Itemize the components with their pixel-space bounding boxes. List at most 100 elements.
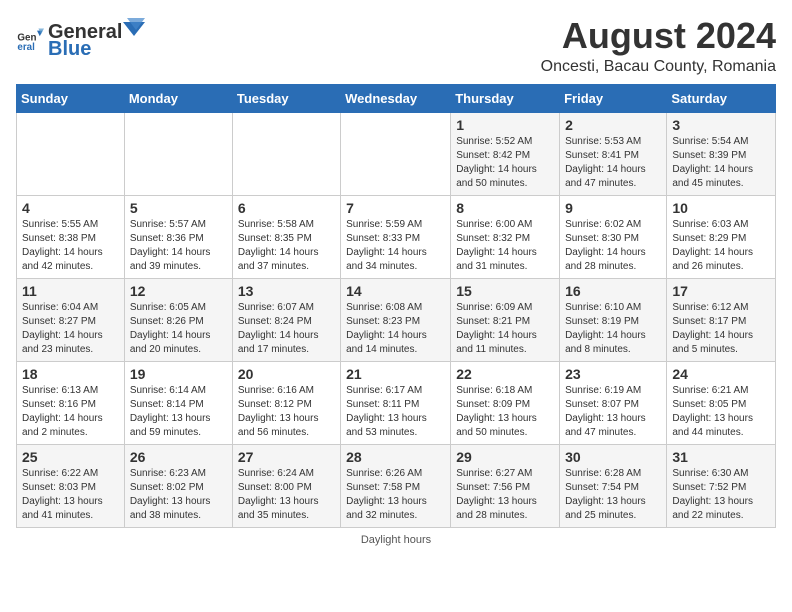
day-number: 20 [238, 366, 335, 382]
day-number: 21 [346, 366, 445, 382]
calendar-cell: 26 Sunrise: 6:23 AM Sunset: 8:02 PM Dayli… [124, 444, 232, 527]
day-number: 5 [130, 200, 227, 216]
calendar-cell: 30 Sunrise: 6:28 AM Sunset: 7:54 PM Dayli… [560, 444, 667, 527]
day-info: Sunrise: 6:19 AM Sunset: 8:07 PM Dayligh… [565, 384, 661, 440]
day-info: Sunrise: 6:04 AM Sunset: 8:27 PM Dayligh… [22, 301, 119, 357]
calendar-cell: 9 Sunrise: 6:02 AM Sunset: 8:30 PM Daylig… [560, 195, 667, 278]
day-number: 9 [565, 200, 661, 216]
day-info: Sunrise: 5:58 AM Sunset: 8:35 PM Dayligh… [238, 218, 335, 274]
logo-icon: Gen eral [16, 25, 44, 53]
calendar-day-header: Saturday [667, 84, 776, 112]
day-number: 4 [22, 200, 119, 216]
day-number: 8 [456, 200, 554, 216]
day-number: 14 [346, 283, 445, 299]
day-number: 3 [672, 117, 770, 133]
calendar-cell: 17 Sunrise: 6:12 AM Sunset: 8:17 PM Dayli… [667, 278, 776, 361]
day-info: Sunrise: 6:18 AM Sunset: 8:09 PM Dayligh… [456, 384, 554, 440]
day-number: 18 [22, 366, 119, 382]
day-info: Sunrise: 6:23 AM Sunset: 8:02 PM Dayligh… [130, 467, 227, 523]
daylight-hours-label: Daylight hours [361, 534, 431, 546]
calendar-cell: 7 Sunrise: 5:59 AM Sunset: 8:33 PM Daylig… [341, 195, 451, 278]
day-info: Sunrise: 6:28 AM Sunset: 7:54 PM Dayligh… [565, 467, 661, 523]
day-info: Sunrise: 6:05 AM Sunset: 8:26 PM Dayligh… [130, 301, 227, 357]
calendar-cell: 24 Sunrise: 6:21 AM Sunset: 8:05 PM Dayli… [667, 361, 776, 444]
day-info: Sunrise: 6:26 AM Sunset: 7:58 PM Dayligh… [346, 467, 445, 523]
calendar-week-row: 4 Sunrise: 5:55 AM Sunset: 8:38 PM Daylig… [17, 195, 776, 278]
calendar-cell: 1 Sunrise: 5:52 AM Sunset: 8:42 PM Daylig… [451, 112, 560, 195]
calendar-cell: 11Sunrise: 6:04 AM Sunset: 8:27 PM Dayli… [17, 278, 125, 361]
calendar-cell: 4 Sunrise: 5:55 AM Sunset: 8:38 PM Daylig… [17, 195, 125, 278]
day-info: Sunrise: 6:02 AM Sunset: 8:30 PM Dayligh… [565, 218, 661, 274]
title-block: August 2024 Oncesti, Bacau County, Roman… [541, 16, 776, 76]
calendar-week-row: 1 Sunrise: 5:52 AM Sunset: 8:42 PM Daylig… [17, 112, 776, 195]
calendar-day-header: Tuesday [232, 84, 340, 112]
calendar-cell: 3 Sunrise: 5:54 AM Sunset: 8:39 PM Daylig… [667, 112, 776, 195]
day-number: 29 [456, 449, 554, 465]
day-number: 10 [672, 200, 770, 216]
day-info: Sunrise: 6:00 AM Sunset: 8:32 PM Dayligh… [456, 218, 554, 274]
location-subtitle: Oncesti, Bacau County, Romania [541, 58, 776, 76]
day-number: 1 [456, 117, 554, 133]
calendar-cell: 16Sunrise: 6:10 AM Sunset: 8:19 PM Dayli… [560, 278, 667, 361]
day-info: Sunrise: 6:24 AM Sunset: 8:00 PM Dayligh… [238, 467, 335, 523]
day-number: 2 [565, 117, 661, 133]
day-number: 30 [565, 449, 661, 465]
calendar-day-header: Friday [560, 84, 667, 112]
calendar-cell: 29 Sunrise: 6:27 AM Sunset: 7:56 PM Dayli… [451, 444, 560, 527]
day-number: 6 [238, 200, 335, 216]
day-info: Sunrise: 5:52 AM Sunset: 8:42 PM Dayligh… [456, 135, 554, 191]
calendar-cell: 21Sunrise: 6:17 AM Sunset: 8:11 PM Dayli… [341, 361, 451, 444]
day-number: 7 [346, 200, 445, 216]
day-info: Sunrise: 5:53 AM Sunset: 8:41 PM Dayligh… [565, 135, 661, 191]
day-info: Sunrise: 6:27 AM Sunset: 7:56 PM Dayligh… [456, 467, 554, 523]
calendar-cell: 18 Sunrise: 6:13 AM Sunset: 8:16 PM Dayli… [17, 361, 125, 444]
page-header: Gen eral General Blue August 2024 Oncest… [16, 16, 776, 76]
calendar-day-header: Thursday [451, 84, 560, 112]
calendar-cell [341, 112, 451, 195]
day-info: Sunrise: 5:57 AM Sunset: 8:36 PM Dayligh… [130, 218, 227, 274]
day-number: 31 [672, 449, 770, 465]
calendar-day-header: Sunday [17, 84, 125, 112]
calendar-cell [124, 112, 232, 195]
calendar-cell: 8 Sunrise: 6:00 AM Sunset: 8:32 PM Daylig… [451, 195, 560, 278]
day-info: Sunrise: 5:54 AM Sunset: 8:39 PM Dayligh… [672, 135, 770, 191]
calendar-cell: 22 Sunrise: 6:18 AM Sunset: 8:09 PM Dayli… [451, 361, 560, 444]
day-number: 27 [238, 449, 335, 465]
calendar-cell: 28 Sunrise: 6:26 AM Sunset: 7:58 PM Dayli… [341, 444, 451, 527]
calendar-cell: 23 Sunrise: 6:19 AM Sunset: 8:07 PM Dayli… [560, 361, 667, 444]
day-number: 22 [456, 366, 554, 382]
day-number: 17 [672, 283, 770, 299]
day-info: Sunrise: 6:08 AM Sunset: 8:23 PM Dayligh… [346, 301, 445, 357]
calendar-cell: 14 Sunrise: 6:08 AM Sunset: 8:23 PM Dayli… [341, 278, 451, 361]
day-number: 24 [672, 366, 770, 382]
calendar-cell: 15Sunrise: 6:09 AM Sunset: 8:21 PM Dayli… [451, 278, 560, 361]
day-info: Sunrise: 6:10 AM Sunset: 8:19 PM Dayligh… [565, 301, 661, 357]
day-number: 19 [130, 366, 227, 382]
day-number: 26 [130, 449, 227, 465]
calendar-table: SundayMondayTuesdayWednesdayThursdayFrid… [16, 84, 776, 528]
day-number: 23 [565, 366, 661, 382]
calendar-cell: 31Sunrise: 6:30 AM Sunset: 7:52 PM Dayli… [667, 444, 776, 527]
day-info: Sunrise: 6:14 AM Sunset: 8:14 PM Dayligh… [130, 384, 227, 440]
calendar-cell [232, 112, 340, 195]
calendar-cell: 27 Sunrise: 6:24 AM Sunset: 8:00 PM Dayli… [232, 444, 340, 527]
day-number: 13 [238, 283, 335, 299]
calendar-week-row: 11Sunrise: 6:04 AM Sunset: 8:27 PM Dayli… [17, 278, 776, 361]
day-number: 28 [346, 449, 445, 465]
calendar-week-row: 18 Sunrise: 6:13 AM Sunset: 8:16 PM Dayli… [17, 361, 776, 444]
day-info: Sunrise: 6:09 AM Sunset: 8:21 PM Dayligh… [456, 301, 554, 357]
calendar-cell: 6 Sunrise: 5:58 AM Sunset: 8:35 PM Daylig… [232, 195, 340, 278]
day-info: Sunrise: 5:55 AM Sunset: 8:38 PM Dayligh… [22, 218, 119, 274]
day-info: Sunrise: 6:07 AM Sunset: 8:24 PM Dayligh… [238, 301, 335, 357]
day-number: 25 [22, 449, 119, 465]
day-info: Sunrise: 6:13 AM Sunset: 8:16 PM Dayligh… [22, 384, 119, 440]
day-info: Sunrise: 6:21 AM Sunset: 8:05 PM Dayligh… [672, 384, 770, 440]
day-info: Sunrise: 5:59 AM Sunset: 8:33 PM Dayligh… [346, 218, 445, 274]
day-info: Sunrise: 6:12 AM Sunset: 8:17 PM Dayligh… [672, 301, 770, 357]
calendar-cell: 5 Sunrise: 5:57 AM Sunset: 8:36 PM Daylig… [124, 195, 232, 278]
logo: Gen eral General Blue [16, 16, 145, 61]
day-info: Sunrise: 6:22 AM Sunset: 8:03 PM Dayligh… [22, 467, 119, 523]
calendar-cell: 12Sunrise: 6:05 AM Sunset: 8:26 PM Dayli… [124, 278, 232, 361]
calendar-header-row: SundayMondayTuesdayWednesdayThursdayFrid… [17, 84, 776, 112]
calendar-week-row: 25 Sunrise: 6:22 AM Sunset: 8:03 PM Dayli… [17, 444, 776, 527]
